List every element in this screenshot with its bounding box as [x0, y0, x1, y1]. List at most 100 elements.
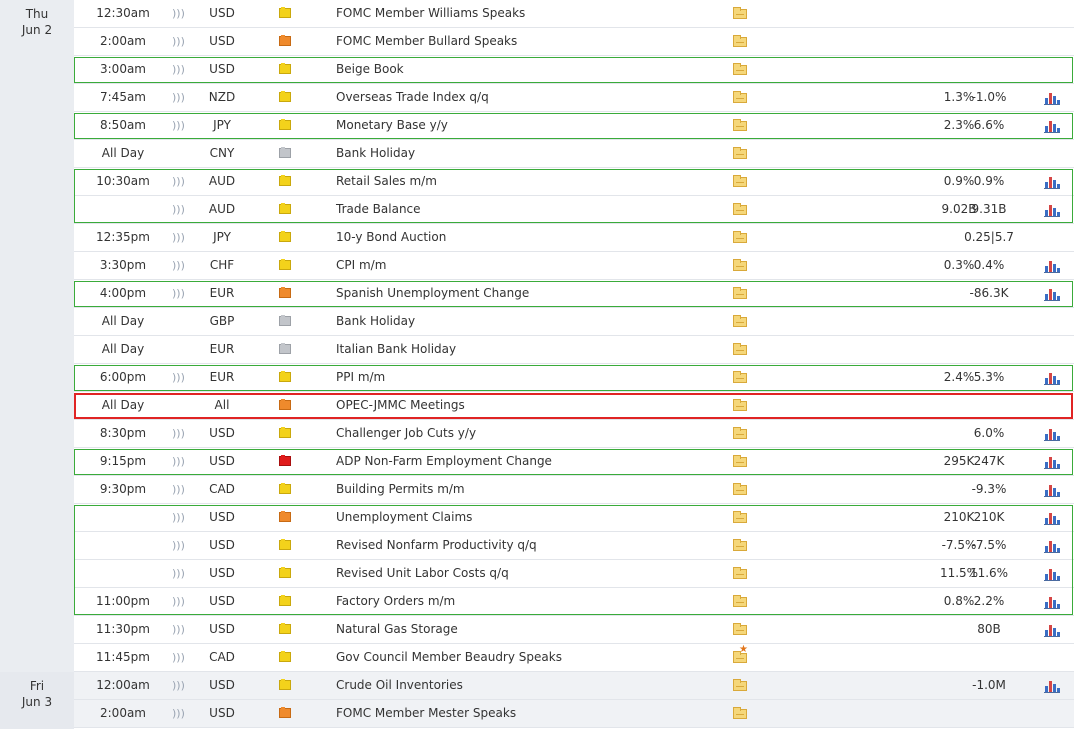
event-title[interactable]: FOMC Member Mester Speaks — [336, 700, 716, 727]
chart-icon[interactable] — [1044, 532, 1060, 559]
event-row[interactable]: 10:30am))) AUD Retail Sales m/m 0.9% 0.9% — [74, 168, 1074, 196]
volatility-icon[interactable]: ))) — [172, 700, 185, 727]
event-row[interactable]: 8:30pm))) USD Challenger Job Cuts y/y 6.0% — [74, 420, 1074, 448]
event-title[interactable]: FOMC Member Bullard Speaks — [336, 28, 716, 55]
impact-icon[interactable] — [279, 140, 293, 167]
volatility-icon[interactable]: ))) — [172, 280, 185, 307]
impact-icon[interactable] — [279, 28, 293, 55]
event-row[interactable]: 2:00am))) USD FOMC Member Mester Speaks — [74, 700, 1074, 728]
chart-icon[interactable] — [1044, 280, 1060, 307]
impact-icon[interactable] — [279, 588, 293, 615]
folder-icon[interactable] — [733, 476, 749, 503]
folder-icon[interactable] — [733, 364, 749, 391]
folder-icon[interactable] — [733, 672, 749, 699]
impact-icon[interactable] — [279, 448, 293, 475]
event-title[interactable]: Revised Unit Labor Costs q/q — [336, 560, 716, 587]
event-title[interactable]: Natural Gas Storage — [336, 616, 716, 643]
impact-icon[interactable] — [279, 56, 293, 83]
event-row[interactable]: All Day All OPEC-JMMC Meetings — [74, 392, 1074, 420]
folder-icon[interactable] — [733, 560, 749, 587]
volatility-icon[interactable]: ))) — [172, 224, 185, 251]
event-title[interactable]: ADP Non-Farm Employment Change — [336, 448, 716, 475]
impact-icon[interactable] — [279, 644, 293, 671]
chart-icon[interactable] — [1044, 364, 1060, 391]
chart-icon[interactable] — [1044, 504, 1060, 531]
event-row[interactable]: 4:00pm))) EUR Spanish Unemployment Change -… — [74, 280, 1074, 308]
volatility-icon[interactable]: ))) — [172, 364, 185, 391]
volatility-icon[interactable]: ))) — [172, 168, 185, 195]
event-title[interactable]: Italian Bank Holiday — [336, 336, 716, 363]
impact-icon[interactable] — [279, 336, 293, 363]
volatility-icon[interactable]: ))) — [172, 84, 185, 111]
chart-icon[interactable] — [1044, 168, 1060, 195]
event-row[interactable]: ))) USD Unemployment Claims 210K 210K — [74, 504, 1074, 532]
folder-icon[interactable] — [733, 224, 749, 251]
event-row[interactable]: 12:00am))) USD Crude Oil Inventories -1.0M — [74, 672, 1074, 700]
event-row[interactable]: 11:45pm))) CAD Gov Council Member Beaudry … — [74, 644, 1074, 672]
volatility-icon[interactable]: ))) — [172, 588, 185, 615]
event-title[interactable]: Monetary Base y/y — [336, 112, 716, 139]
event-title[interactable]: Overseas Trade Index q/q — [336, 84, 716, 111]
chart-icon[interactable] — [1044, 448, 1060, 475]
impact-icon[interactable] — [279, 560, 293, 587]
chart-icon[interactable] — [1044, 616, 1060, 643]
volatility-icon[interactable]: ))) — [172, 560, 185, 587]
folder-star-icon[interactable]: ★ — [733, 644, 749, 671]
chart-icon[interactable] — [1044, 196, 1060, 223]
folder-icon[interactable] — [733, 504, 749, 531]
folder-icon[interactable] — [733, 252, 749, 279]
event-row[interactable]: All Day GBP Bank Holiday — [74, 308, 1074, 336]
event-title[interactable]: Crude Oil Inventories — [336, 672, 716, 699]
folder-icon[interactable] — [733, 420, 749, 447]
event-row[interactable]: ))) AUD Trade Balance 9.02B 9.31B — [74, 196, 1074, 224]
event-row[interactable]: 8:50am))) JPY Monetary Base y/y 2.3% 6.6% — [74, 112, 1074, 140]
impact-icon[interactable] — [279, 168, 293, 195]
event-title[interactable]: 10-y Bond Auction — [336, 224, 716, 251]
event-row[interactable]: 12:35pm))) JPY 10-y Bond Auction 0.25|5.7 — [74, 224, 1074, 252]
event-row[interactable]: 3:00am))) USD Beige Book — [74, 56, 1074, 84]
event-title[interactable]: Gov Council Member Beaudry Speaks — [336, 644, 716, 671]
volatility-icon[interactable]: ))) — [172, 616, 185, 643]
event-title[interactable]: OPEC-JMMC Meetings — [336, 392, 716, 419]
folder-icon[interactable] — [733, 28, 749, 55]
impact-icon[interactable] — [279, 280, 293, 307]
impact-icon[interactable] — [279, 392, 293, 419]
chart-icon[interactable] — [1044, 112, 1060, 139]
event-row[interactable]: 6:00pm))) EUR PPI m/m 2.4% 5.3% — [74, 364, 1074, 392]
event-row[interactable]: 12:30am))) USD FOMC Member Williams Speaks — [74, 0, 1074, 28]
folder-icon[interactable] — [733, 392, 749, 419]
event-row[interactable]: ))) USD Revised Unit Labor Costs q/q 11.5% 1… — [74, 560, 1074, 588]
folder-icon[interactable] — [733, 616, 749, 643]
volatility-icon[interactable]: ))) — [172, 644, 185, 671]
event-title[interactable]: Unemployment Claims — [336, 504, 716, 531]
folder-icon[interactable] — [733, 140, 749, 167]
folder-icon[interactable] — [733, 168, 749, 195]
folder-icon[interactable] — [733, 280, 749, 307]
volatility-icon[interactable]: ))) — [172, 476, 185, 503]
event-row[interactable]: 9:15pm))) USD ADP Non-Farm Employment Chan… — [74, 448, 1074, 476]
impact-icon[interactable] — [279, 224, 293, 251]
impact-icon[interactable] — [279, 532, 293, 559]
event-title[interactable]: Challenger Job Cuts y/y — [336, 420, 716, 447]
event-row[interactable]: 11:30pm))) USD Natural Gas Storage 80B — [74, 616, 1074, 644]
volatility-icon[interactable]: ))) — [172, 112, 185, 139]
volatility-icon[interactable]: ))) — [172, 56, 185, 83]
chart-icon[interactable] — [1044, 252, 1060, 279]
folder-icon[interactable] — [733, 84, 749, 111]
impact-icon[interactable] — [279, 84, 293, 111]
volatility-icon[interactable]: ))) — [172, 504, 185, 531]
volatility-icon[interactable]: ))) — [172, 196, 185, 223]
impact-icon[interactable] — [279, 112, 293, 139]
event-title[interactable]: Building Permits m/m — [336, 476, 716, 503]
folder-icon[interactable] — [733, 308, 749, 335]
event-row[interactable]: All Day EUR Italian Bank Holiday — [74, 336, 1074, 364]
folder-icon[interactable] — [733, 196, 749, 223]
impact-icon[interactable] — [279, 364, 293, 391]
chart-icon[interactable] — [1044, 420, 1060, 447]
event-title[interactable]: Retail Sales m/m — [336, 168, 716, 195]
impact-icon[interactable] — [279, 252, 293, 279]
impact-icon[interactable] — [279, 308, 293, 335]
impact-icon[interactable] — [279, 476, 293, 503]
volatility-icon[interactable]: ))) — [172, 252, 185, 279]
event-row[interactable]: 9:30pm))) CAD Building Permits m/m -9.3% — [74, 476, 1074, 504]
